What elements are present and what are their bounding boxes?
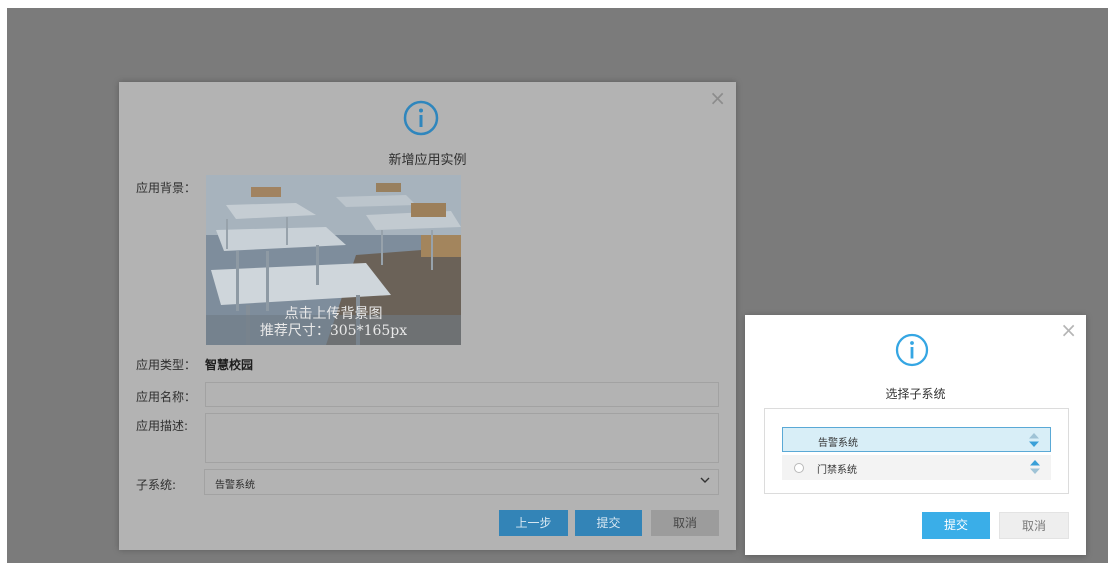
background-image-upload[interactable]: 点击上传背景图 推荐尺寸：305*165px: [206, 175, 461, 345]
submit-button[interactable]: 提交: [922, 512, 990, 539]
sort-arrows-icon[interactable]: [1029, 459, 1041, 475]
list-item-label: 门禁系统: [817, 465, 857, 476]
description-label: 应用描述:: [136, 419, 189, 433]
subsystem-list: 告警系统 门禁系统: [764, 408, 1069, 494]
background-label: 应用背景：: [136, 181, 197, 195]
type-value: 智慧校园: [205, 358, 254, 372]
upload-size-hint: 推荐尺寸：305*165px: [259, 323, 408, 339]
add-app-instance-dialog: × 新增应用实例 应用背景： 点击上传背景图 推荐尺寸：305*165px 应用…: [119, 82, 736, 550]
submit-button[interactable]: 提交: [575, 510, 642, 536]
cancel-button[interactable]: 取消: [651, 510, 719, 536]
select-subsystem-dialog: × 选择子系统 告警系统 门禁系统 提交 取消: [745, 315, 1086, 555]
info-circle-icon: [403, 100, 439, 136]
list-item-access-control-system[interactable]: 门禁系统: [782, 455, 1051, 480]
previous-step-button[interactable]: 上一步: [499, 510, 568, 536]
subsystem-label: 子系统:: [136, 478, 177, 492]
type-label: 应用类型：: [136, 358, 197, 372]
chevron-down-icon: [700, 477, 710, 483]
dialog-title: 选择子系统: [885, 387, 946, 401]
subsystem-select-value: 告警系统: [215, 480, 255, 491]
list-item-alarm-system[interactable]: 告警系统: [782, 427, 1051, 452]
radio-button[interactable]: [794, 463, 804, 473]
dialog-title: 新增应用实例: [388, 153, 467, 168]
sort-arrows-icon[interactable]: [1028, 432, 1040, 448]
close-icon[interactable]: ×: [709, 88, 726, 108]
subsystem-select[interactable]: 告警系统: [204, 469, 719, 495]
name-input[interactable]: [205, 382, 719, 407]
cancel-button[interactable]: 取消: [999, 512, 1069, 539]
list-item-label: 告警系统: [818, 438, 858, 449]
description-textarea[interactable]: [205, 413, 719, 463]
name-label: 应用名称：: [136, 390, 197, 404]
info-circle-icon: [895, 333, 929, 367]
close-icon[interactable]: ×: [1060, 320, 1077, 340]
